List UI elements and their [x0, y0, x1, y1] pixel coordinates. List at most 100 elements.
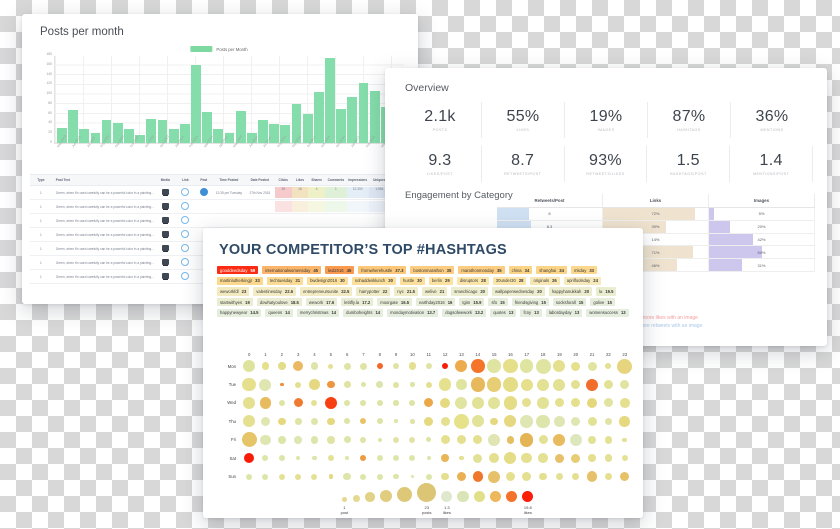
bubble-cell[interactable] [486, 452, 502, 464]
hashtag-chip[interactable]: martinlutherkingjr 33 [217, 276, 263, 285]
bubble-cell[interactable] [372, 377, 388, 392]
column-header[interactable]: Link [176, 178, 194, 182]
bubble-cell[interactable] [404, 377, 420, 392]
hashtag-chip[interactable]: aprilfoolsday 24 [563, 276, 601, 285]
link-icon[interactable] [181, 188, 190, 196]
bubble-cell[interactable] [486, 377, 502, 392]
column-header[interactable]: Post Text [52, 178, 155, 182]
bubble-cell[interactable] [421, 377, 437, 392]
bubble-cell[interactable] [241, 414, 257, 429]
bubble-cell[interactable] [421, 396, 437, 410]
bubble-cell[interactable] [453, 471, 469, 483]
hashtag-chip[interactable]: queens 14 [265, 308, 293, 317]
hashtag-chip[interactable]: friendsgiving 15 [511, 298, 549, 307]
hashtag-chip[interactable]: fromwherehustle 37.3 [358, 266, 407, 275]
link-icon[interactable] [181, 230, 190, 238]
bubble-cell[interactable] [584, 359, 600, 374]
hashtag-chip[interactable]: berlin 29 [428, 276, 453, 285]
bubble-cell[interactable] [355, 377, 371, 392]
bubble-cell[interactable] [437, 452, 453, 464]
bubble-cell[interactable] [421, 414, 437, 429]
hashtag-chip[interactable]: originals 26 [530, 276, 560, 285]
bubble-cell[interactable] [306, 359, 322, 374]
bubble-cell[interactable] [241, 471, 257, 483]
hashtag-chip[interactable]: womensuccess 13 [586, 308, 629, 317]
bubble-cell[interactable] [502, 396, 518, 410]
bubble-cell[interactable] [306, 396, 322, 410]
hashtag-chip[interactable]: china 34 [508, 266, 533, 275]
hashtag-chip[interactable]: mondaymotivation 13.7 [387, 308, 439, 317]
column-header[interactable]: Post [195, 178, 213, 182]
post-icon[interactable] [199, 188, 208, 196]
column-header[interactable]: Impressions [347, 178, 369, 182]
bubble-cell[interactable] [437, 359, 453, 374]
bubble-cell[interactable] [437, 396, 453, 410]
bubble-cell[interactable] [470, 471, 486, 483]
hashtag-chip[interactable]: bostonmarathon 35 [410, 266, 455, 275]
hashtag-chip[interactable]: golive 15 [590, 298, 615, 307]
hashtag-chip[interactable]: wallpaperwednesday 20 [492, 287, 545, 296]
hashtag-chip[interactable]: socksforall 15 [552, 298, 587, 307]
bubble-cell[interactable] [551, 359, 567, 374]
hashtag-chip[interactable]: happynewyear 14.5 [217, 308, 262, 317]
bubble-cell[interactable] [372, 414, 388, 429]
bubble-cell[interactable] [453, 377, 469, 392]
bubble-cell[interactable] [470, 452, 486, 464]
bubble-cell[interactable] [388, 359, 404, 374]
bubble-cell[interactable] [372, 432, 388, 447]
bubble-cell[interactable] [241, 377, 257, 392]
bubble-cell[interactable] [421, 452, 437, 464]
bubble-cell[interactable] [551, 471, 567, 483]
bubble-cell[interactable] [535, 414, 551, 429]
bubble-cell[interactable] [323, 414, 339, 429]
bubble-cell[interactable] [584, 396, 600, 410]
bubble-cell[interactable] [323, 471, 339, 483]
hashtag-chip[interactable]: harrypotter 22 [356, 287, 391, 296]
bubble-cell[interactable] [502, 377, 518, 393]
column-header[interactable]: Date Posted [245, 178, 275, 182]
bubble-cell[interactable] [257, 432, 273, 447]
bubble-cell[interactable] [519, 414, 535, 429]
bubble-cell[interactable] [306, 432, 322, 447]
bubble-cell[interactable] [339, 377, 355, 392]
bubble-cell[interactable] [404, 471, 420, 483]
hashtag-chip[interactable]: 30under30 28 [492, 276, 527, 285]
bubble-cell[interactable] [421, 432, 437, 447]
bubble-cell[interactable] [323, 377, 339, 392]
bubble-cell[interactable] [551, 452, 567, 464]
bubble-cell[interactable] [257, 396, 273, 410]
bubble-cell[interactable] [339, 432, 355, 447]
bubble-cell[interactable] [355, 396, 371, 410]
bubble-cell[interactable] [241, 432, 257, 448]
hashtag-chip[interactable]: tgim 15.9 [459, 298, 485, 307]
bubble-cell[interactable] [502, 471, 518, 483]
table-row[interactable]: 1 Green, when it's used carefully can be … [30, 200, 413, 214]
bubble-cell[interactable] [617, 432, 633, 447]
hashtag-chip[interactable]: merrychristmas 14 [296, 308, 340, 317]
bubble-cell[interactable] [404, 396, 420, 410]
hashtag-chip[interactable]: disruptors 28 [456, 276, 489, 285]
column-header[interactable]: Type [30, 178, 52, 182]
bubble-cell[interactable] [453, 396, 469, 410]
bubble-cell[interactable] [453, 432, 469, 447]
column-header[interactable]: Media [154, 178, 176, 182]
bubble-cell[interactable] [355, 471, 371, 483]
bubble-cell[interactable] [519, 396, 535, 410]
column-header[interactable]: Shares [308, 178, 325, 182]
bubble-cell[interactable] [453, 413, 469, 429]
bubble-cell[interactable] [437, 432, 453, 447]
bubble-cell[interactable] [535, 377, 551, 392]
bubble-cell[interactable] [388, 471, 404, 483]
hashtag-chip[interactable]: mkday 33 [570, 266, 597, 275]
bubble-cell[interactable] [617, 358, 633, 374]
bubble-cell[interactable] [290, 396, 306, 410]
bubble-cell[interactable] [568, 432, 584, 447]
bubble-cell[interactable] [486, 470, 502, 483]
bubble-cell[interactable] [600, 359, 616, 374]
bubble-cell[interactable] [274, 414, 290, 429]
bubble-cell[interactable] [372, 359, 388, 374]
bubble-cell[interactable] [600, 471, 616, 483]
bubble-cell[interactable] [404, 359, 420, 374]
hashtag-chip[interactable]: nohaddesklunch 30 [351, 276, 396, 285]
hashtag-chip[interactable]: shanghai 34 [536, 266, 567, 275]
